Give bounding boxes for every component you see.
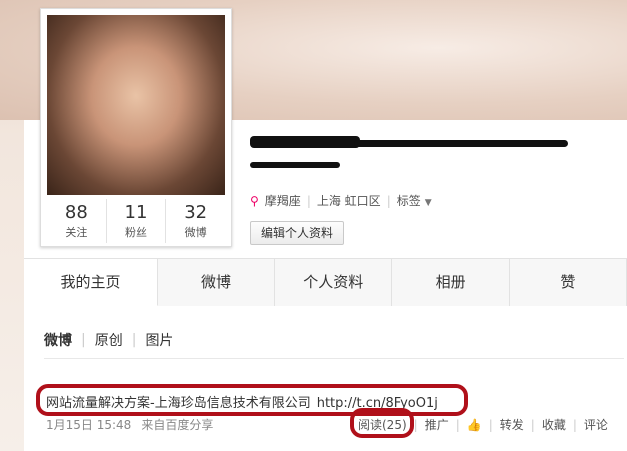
- divider: [44, 358, 624, 359]
- subtab-weibo[interactable]: 微博: [44, 330, 72, 350]
- repost-link[interactable]: 转发: [500, 416, 524, 433]
- separator: |: [131, 332, 137, 348]
- stat-following[interactable]: 88 关注: [47, 199, 107, 243]
- feed-subtabs: 微博 | 原创 | 图片: [44, 330, 173, 350]
- stat-followers-label: 粉丝: [125, 226, 147, 239]
- zodiac-label: 摩羯座: [264, 194, 301, 208]
- stat-posts[interactable]: 32 微博: [166, 199, 225, 243]
- location-label: 上海 虹口区: [316, 194, 381, 208]
- avatar-card: 88 关注 11 粉丝 32 微博: [40, 8, 232, 247]
- annotation-circle: [350, 408, 414, 438]
- tab-likes[interactable]: 赞: [510, 259, 627, 306]
- post-date[interactable]: 1月15日 15:48: [46, 418, 131, 432]
- tab-profile-info[interactable]: 个人资料: [275, 259, 393, 306]
- tags-label: 标签: [396, 194, 421, 208]
- separator: |: [81, 332, 86, 348]
- separator: |: [306, 193, 311, 208]
- stat-following-label: 关注: [65, 226, 88, 239]
- separator: |: [530, 417, 535, 432]
- separator: |: [488, 417, 493, 432]
- chevron-down-icon: ▼: [424, 198, 432, 208]
- tab-weibo[interactable]: 微博: [158, 259, 276, 306]
- tags-dropdown[interactable]: 标签 ▼: [397, 192, 432, 209]
- separator: |: [386, 193, 391, 208]
- tab-album[interactable]: 相册: [392, 259, 510, 306]
- subtab-original[interactable]: 原创: [95, 330, 123, 350]
- profile-tabs: 我的主页 微博 个人资料 相册 赞: [24, 258, 627, 307]
- redacted-username: [250, 136, 570, 168]
- stat-posts-count: 32: [184, 202, 208, 223]
- profile-stats: 88 关注 11 粉丝 32 微博: [47, 199, 225, 243]
- separator: |: [413, 417, 418, 432]
- favorite-link[interactable]: 收藏: [542, 416, 566, 433]
- redaction-mark: [354, 140, 568, 147]
- stat-followers-count: 11: [124, 202, 148, 223]
- comment-link[interactable]: 评论: [584, 416, 608, 433]
- profile-info-line: ⚲ 摩羯座 | 上海 虹口区 | 标签 ▼: [250, 192, 432, 209]
- promote-link[interactable]: 推广: [425, 416, 449, 433]
- separator: |: [572, 417, 577, 432]
- stat-following-count: 88: [64, 202, 88, 223]
- feed-panel: 微博 | 原创 | 图片 网站流量解决方案-上海珍岛信息技术有限公司 http:/…: [24, 306, 627, 451]
- avatar[interactable]: [47, 15, 225, 195]
- separator: |: [455, 417, 460, 432]
- subtab-images[interactable]: 图片: [145, 330, 173, 350]
- edit-profile-button[interactable]: 编辑个人资料: [250, 221, 345, 245]
- thumbs-up-icon[interactable]: 👍: [467, 418, 482, 432]
- redaction-mark: [250, 136, 360, 148]
- location-pin-icon: ⚲: [250, 193, 259, 208]
- tab-my-home[interactable]: 我的主页: [24, 259, 158, 306]
- post-source[interactable]: 来自百度分享: [141, 418, 213, 432]
- post-meta: 1月15日 15:48 来自百度分享: [46, 416, 213, 433]
- stat-posts-label: 微博: [184, 226, 207, 239]
- stat-followers[interactable]: 11 粉丝: [107, 199, 167, 243]
- redaction-mark: [250, 162, 340, 168]
